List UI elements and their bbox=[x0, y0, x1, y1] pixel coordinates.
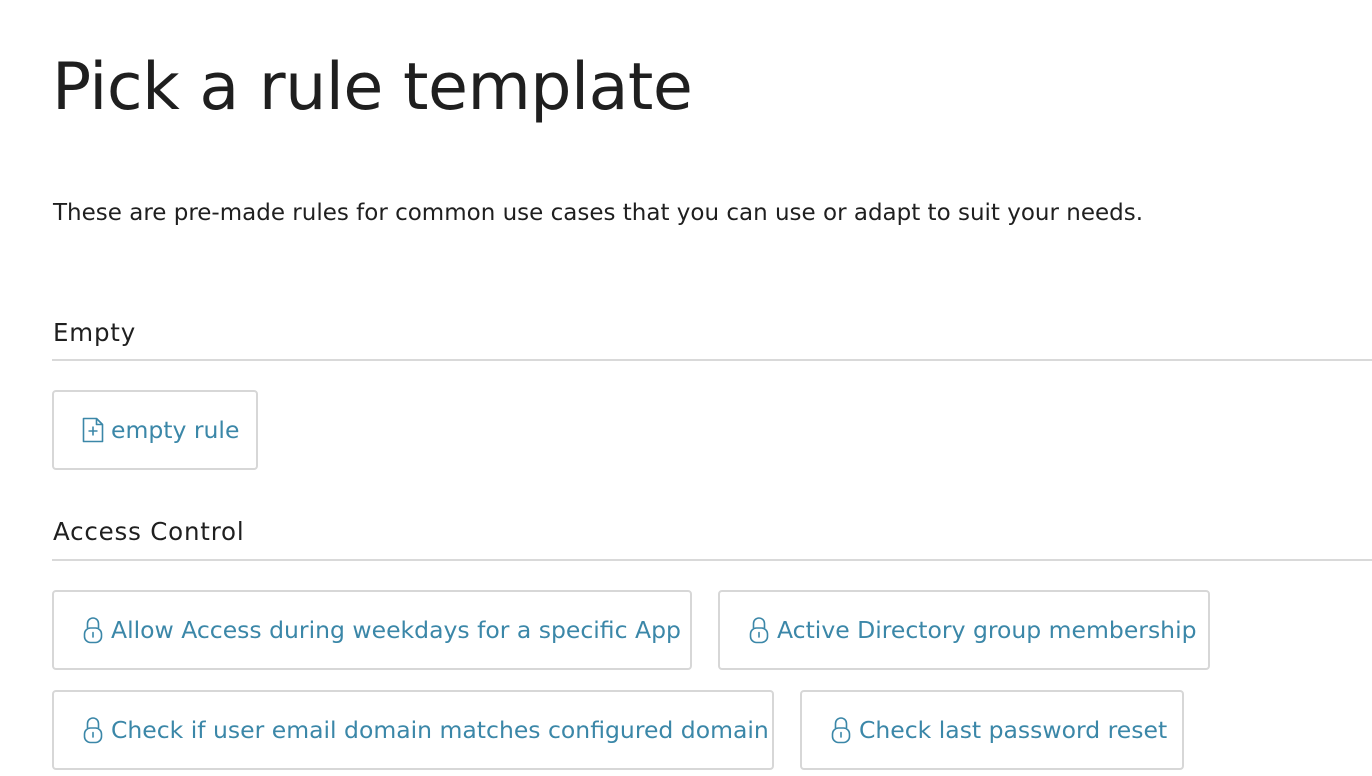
lock-icon bbox=[747, 615, 771, 645]
section-divider-empty bbox=[52, 359, 1372, 361]
lock-icon bbox=[829, 715, 853, 745]
page-title: Pick a rule template bbox=[52, 50, 693, 125]
template-active-directory-group-button[interactable]: Active Directory group membership bbox=[718, 590, 1210, 670]
lock-icon bbox=[81, 615, 105, 645]
template-label: Active Directory group membership bbox=[777, 616, 1197, 644]
page-description: These are pre-made rules for common use … bbox=[53, 200, 1144, 226]
template-label: Allow Access during weekdays for a speci… bbox=[111, 616, 681, 644]
template-allow-access-weekdays-button[interactable]: Allow Access during weekdays for a speci… bbox=[52, 590, 692, 670]
template-check-last-password-reset-button[interactable]: Check last password reset bbox=[800, 690, 1184, 770]
template-check-email-domain-button[interactable]: Check if user email domain matches confi… bbox=[52, 690, 774, 770]
template-label: Check last password reset bbox=[859, 716, 1168, 744]
section-heading-access-control: Access Control bbox=[53, 517, 245, 546]
empty-rule-label: empty rule bbox=[111, 416, 240, 444]
section-heading-empty: Empty bbox=[53, 318, 137, 347]
section-divider-access-control bbox=[52, 559, 1372, 561]
lock-icon bbox=[81, 715, 105, 745]
new-document-icon bbox=[81, 415, 105, 445]
rule-template-page: Pick a rule template These are pre-made … bbox=[0, 0, 1372, 776]
empty-rule-button[interactable]: empty rule bbox=[52, 390, 258, 470]
template-label: Check if user email domain matches confi… bbox=[111, 716, 769, 744]
